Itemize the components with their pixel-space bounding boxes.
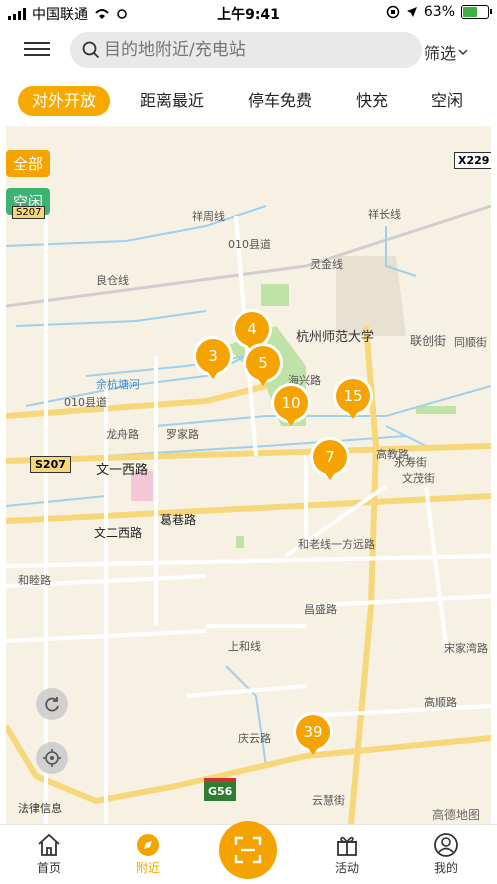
chevron-down-icon <box>458 49 468 55</box>
tab-idle[interactable]: 空闲 <box>431 86 463 116</box>
search-icon <box>82 41 100 59</box>
nav-nearby[interactable]: 附近 <box>108 831 188 876</box>
station-marker[interactable]: 7 <box>313 440 347 480</box>
station-marker[interactable]: 10 <box>274 386 308 426</box>
shield-x229: X229 <box>454 152 491 169</box>
map-label-lingjin: 灵金线 <box>310 258 343 271</box>
chip-all[interactable]: 全部 <box>6 150 51 177</box>
map-label-gaoshun: 高顺路 <box>424 696 457 709</box>
map-label-liangcang: 良仓线 <box>96 274 129 287</box>
locate-icon <box>43 749 61 767</box>
map-label-yunhui: 云慧街 <box>312 794 345 807</box>
map-label-tongshun: 同顺街 <box>454 336 487 349</box>
map-label-yuhang: 余杭塘河 <box>96 378 140 391</box>
battery-icon <box>461 5 492 19</box>
tab-open[interactable]: 对外开放 <box>18 86 111 116</box>
map-label-010b: 010县道 <box>228 238 271 251</box>
map-label-fangyuan: 和老线一方远路 <box>298 538 375 551</box>
map-label-010: 010县道 <box>64 396 107 409</box>
map-label-wenyi: 文一西路 <box>96 463 149 478</box>
map-label-longdan: 龙舟路 <box>106 428 139 441</box>
map-label-qingyun: 庆云路 <box>238 732 271 745</box>
map-label-hexiang: 和睦路 <box>18 574 51 587</box>
map-label-wener: 文二西路 <box>94 526 143 540</box>
map-label-xiangchang: 祥长线 <box>368 208 401 221</box>
refresh-icon <box>45 697 59 712</box>
filter-tabs: 对外开放 距离最近 停车免费 快充 空闲 <box>0 86 497 116</box>
map-view[interactable]: 全部 空闲 杭州师范大学 文一西路 文二西路 葛巷路 联创街 同顺街 高教路 永… <box>6 126 491 824</box>
search-box[interactable] <box>70 32 422 68</box>
map-label-xiangzhou: 祥周线 <box>192 210 225 223</box>
map-label-gexiang: 葛巷路 <box>160 513 197 527</box>
nav-mine-label: 我的 <box>433 861 458 875</box>
home-icon <box>38 833 60 856</box>
station-marker[interactable]: 3 <box>196 339 230 379</box>
nav-activity-label: 活动 <box>334 861 359 875</box>
shield-s207-top: S207 <box>12 206 46 219</box>
map-label-heshuang: 上和线 <box>228 640 261 653</box>
filter-label: 筛选 <box>424 44 457 63</box>
map-watermark: 高德地图 <box>432 808 481 822</box>
nav-home-label: 首页 <box>36 861 61 875</box>
map-label-university: 杭州师范大学 <box>296 330 375 345</box>
scan-icon <box>234 836 262 864</box>
map-label-luojia: 罗家路 <box>166 428 199 441</box>
battery-percent: 63% <box>423 4 455 20</box>
nav-activity[interactable]: 活动 <box>307 831 387 876</box>
shield-s207: S207 <box>30 456 71 473</box>
rotation-lock-icon <box>386 5 400 19</box>
user-icon <box>434 833 458 857</box>
gift-icon <box>337 836 357 856</box>
locate-button[interactable] <box>36 742 68 774</box>
tab-free-parking[interactable]: 停车免费 <box>248 86 312 116</box>
nav-home[interactable]: 首页 <box>9 831 89 876</box>
map-label-lianchuang: 联创街 <box>410 334 447 348</box>
map-label-songjia: 宋家湾路 <box>444 642 488 655</box>
top-bar: 筛选 <box>0 30 497 74</box>
location-arrow-icon <box>406 7 417 17</box>
station-marker[interactable]: 39 <box>296 715 330 755</box>
tab-fast-charge[interactable]: 快充 <box>356 86 388 116</box>
refresh-button[interactable] <box>36 688 68 720</box>
nav-nearby-label: 附近 <box>135 861 160 875</box>
tab-nearest[interactable]: 距离最近 <box>140 86 204 116</box>
shield-g56: G56 <box>204 778 237 801</box>
map-label-wenmao: 文茂街 <box>402 472 435 485</box>
menu-icon[interactable] <box>24 38 50 62</box>
compass-icon <box>137 834 159 856</box>
search-input[interactable] <box>102 39 406 61</box>
station-marker[interactable]: 4 <box>235 312 269 352</box>
filter-button[interactable]: 筛选 <box>424 40 468 64</box>
station-marker[interactable]: 15 <box>336 379 370 419</box>
station-marker[interactable]: 5 <box>246 346 280 386</box>
nav-mine[interactable]: 我的 <box>406 831 486 876</box>
map-label-changsheng: 昌盛路 <box>304 603 337 616</box>
map-label-yongshou: 永寿街 <box>394 456 427 469</box>
bottom-nav: 首页 附近 活动 我的 <box>0 821 497 884</box>
status-bar: 中国联通 上午9:41 63% <box>0 0 497 24</box>
scan-button[interactable] <box>219 821 277 879</box>
poi-law-info: 法律信息 <box>18 802 62 815</box>
